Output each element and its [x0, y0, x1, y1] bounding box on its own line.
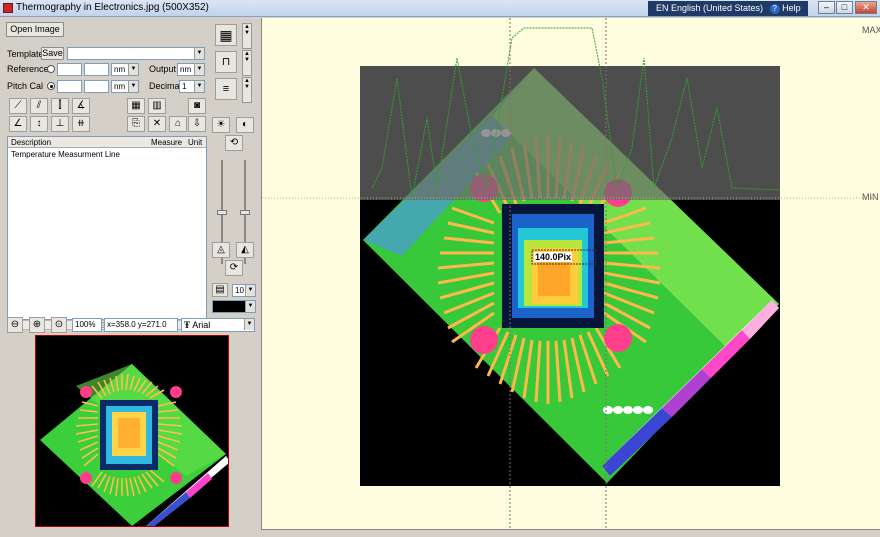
delete-icon[interactable]: ✕	[148, 116, 166, 132]
grid-spinner[interactable]: ▲ ▼	[242, 23, 252, 49]
wave-spinner[interactable]: ▲ ▼	[242, 50, 252, 76]
thermal-image-canvas	[262, 18, 880, 530]
pitch-cal-radio[interactable]	[47, 82, 55, 90]
home-icon[interactable]: ⌂	[169, 116, 187, 132]
copy-icon[interactable]: ⎘	[127, 116, 145, 132]
zoom-fit-icon[interactable]: ⊙	[51, 317, 67, 333]
language-label[interactable]: EN English (United States)	[656, 3, 763, 13]
measurement-label[interactable]: 140.0Pix	[534, 252, 573, 262]
decimal-select[interactable]: 1 ▼	[179, 80, 205, 93]
text-style-icon[interactable]: ▤	[212, 283, 228, 297]
col-description: Description	[11, 138, 52, 147]
status-strip	[261, 529, 880, 537]
save-image-icon[interactable]: ▦	[127, 98, 145, 114]
profile-spinner[interactable]: ▲ ▼	[242, 77, 252, 103]
reference-label: Reference	[7, 64, 49, 74]
text-down-icon[interactable]: ◭	[236, 242, 254, 258]
zoom-level-field[interactable]: 100%	[72, 318, 102, 332]
help-label[interactable]: Help	[782, 3, 801, 13]
reference-input-2[interactable]	[84, 63, 109, 76]
table-row[interactable]: Temperature Measurment Line	[11, 150, 120, 159]
zoom-out-icon[interactable]: ⊖	[7, 317, 23, 333]
thumbnail-preview[interactable]	[35, 335, 229, 527]
decimal-label: Decimal	[149, 81, 182, 91]
refresh-icon[interactable]: ⟳	[225, 260, 243, 276]
output-label: Output	[149, 64, 177, 74]
grid-icon[interactable]: ▦	[215, 24, 237, 46]
table-header: Description Measure Unit	[8, 137, 206, 148]
col-unit: Unit	[188, 138, 203, 147]
maximize-button[interactable]: □	[836, 1, 853, 14]
color-select[interactable]: ▼	[212, 300, 256, 313]
save-template-button[interactable]: Save	[41, 47, 64, 60]
reset-icon[interactable]: ⟲	[225, 135, 243, 151]
close-button[interactable]: ✕	[855, 1, 877, 14]
arrow-down-icon[interactable]: ⇩	[188, 116, 206, 132]
coordinates-readout: x=358.0 y=271.0	[104, 318, 178, 332]
pitch-input-2[interactable]	[84, 80, 109, 93]
help-icon[interactable]: ?	[769, 4, 780, 14]
angle-point-tool-icon[interactable]: ∡	[72, 98, 90, 114]
thumbnail-image	[36, 336, 228, 526]
camera-icon[interactable]: ◙	[188, 98, 206, 114]
vertical-measure-icon[interactable]: ↕	[30, 116, 48, 132]
language-bar[interactable]: EN English (United States) ? Help	[648, 1, 808, 16]
font-size-select[interactable]: 10 ▼	[232, 284, 256, 297]
font-select[interactable]: Ŧ Arial ▼	[181, 318, 255, 332]
template-select[interactable]: ▼	[67, 47, 205, 60]
pitch-unit-select[interactable]: nm ▼	[111, 80, 139, 93]
template-label: Template	[7, 49, 44, 59]
chart-icon[interactable]: ▥	[148, 98, 166, 114]
reference-radio[interactable]	[47, 65, 55, 73]
title-bar: Thermography in Electronics.jpg (500X352…	[0, 0, 880, 17]
max-label: MAX	[862, 25, 880, 35]
wave-icon[interactable]: ⊓	[215, 51, 237, 73]
measure-v-tool-icon[interactable]: ⫿	[51, 98, 69, 114]
line-tool-icon[interactable]: ⟋	[9, 98, 27, 114]
measurement-table[interactable]: Description Measure Unit Temperature Mea…	[7, 136, 207, 320]
reference-input-1[interactable]	[57, 63, 82, 76]
left-panel: Open Image Template Save ▼ Reference nm ▼…	[0, 18, 260, 537]
measure-h-tool-icon[interactable]: ⫽	[30, 98, 48, 114]
app-icon	[3, 3, 13, 13]
output-unit-select[interactable]: nm ▼	[177, 63, 205, 76]
reference-unit-select[interactable]: nm ▼	[111, 63, 139, 76]
zoom-in-icon[interactable]: ⊕	[29, 317, 45, 333]
minimize-button[interactable]: –	[818, 1, 835, 14]
area-tool-icon[interactable]: ⊥	[51, 116, 69, 132]
text-up-icon[interactable]: ◬	[212, 242, 230, 258]
contrast-icon[interactable]: ◐	[236, 117, 254, 133]
angle-tool-icon[interactable]: ∠	[9, 116, 27, 132]
brightness-icon[interactable]: ☀	[212, 117, 230, 133]
parallel-tool-icon[interactable]: ⧺	[72, 116, 90, 132]
pitch-cal-label: Pitch Cal	[7, 81, 44, 91]
open-image-button[interactable]: Open Image	[6, 22, 64, 37]
pitch-input-1[interactable]	[57, 80, 82, 93]
image-viewport[interactable]: MAX MIN 140.0Pix	[261, 18, 880, 530]
min-label: MIN	[862, 192, 879, 202]
profile-icon[interactable]: ≡	[215, 78, 237, 100]
col-measure: Measure	[151, 138, 183, 147]
window-title: Thermography in Electronics.jpg (500X352…	[16, 2, 209, 13]
